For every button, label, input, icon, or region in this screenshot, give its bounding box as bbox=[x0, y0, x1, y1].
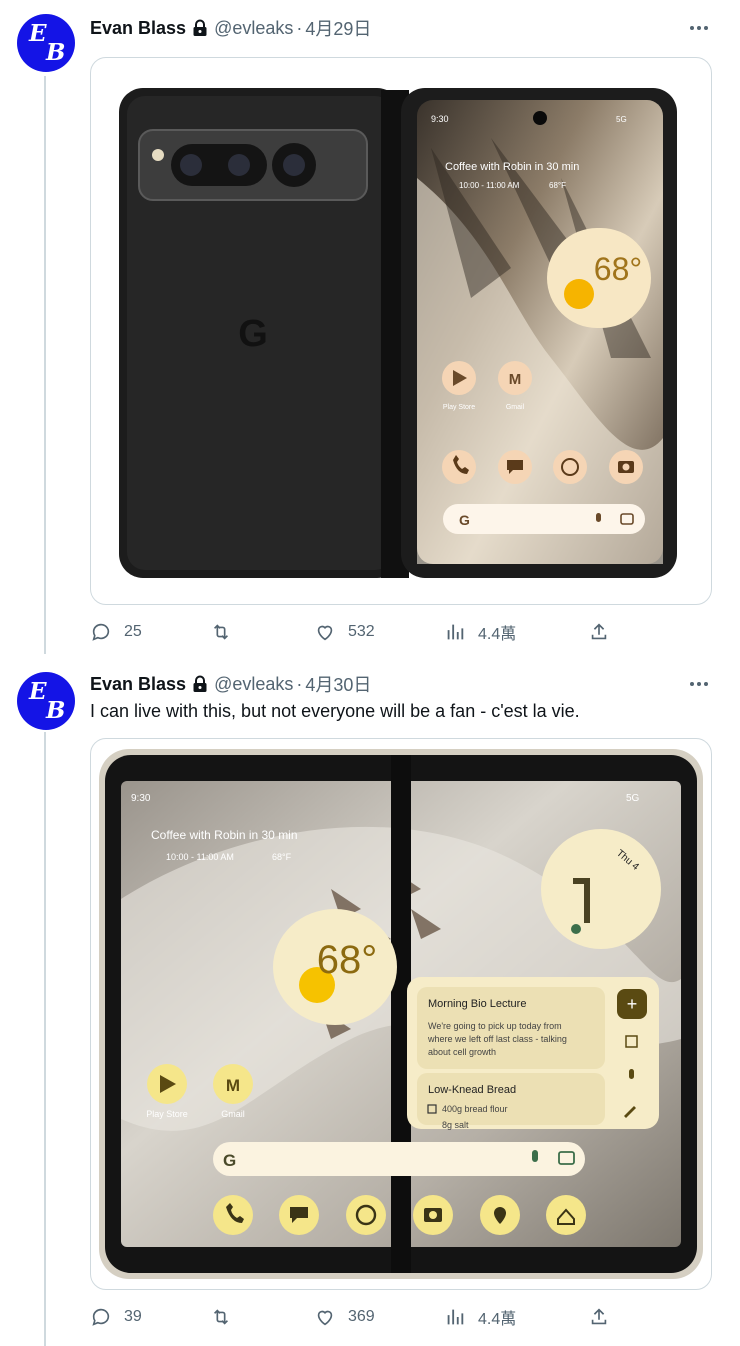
separator-dot: · bbox=[296, 17, 303, 38]
note-title: Low-Knead Bread bbox=[428, 1084, 516, 1096]
event-temp: 68°F bbox=[272, 852, 292, 862]
avatar-letter: B bbox=[46, 39, 66, 66]
more-options-button[interactable] bbox=[686, 672, 712, 696]
lock-icon bbox=[193, 675, 207, 692]
tweet-header: Evan Blass @evleaks · 4月30日 bbox=[90, 672, 371, 696]
view-count: 4.4萬 bbox=[478, 626, 517, 643]
avatar-letter: B bbox=[46, 697, 66, 724]
svg-text:M: M bbox=[226, 1076, 240, 1095]
thread-line bbox=[44, 732, 46, 1346]
reply-count: 39 bbox=[124, 1308, 142, 1325]
tweet-text: I can live with this, but not everyone w… bbox=[90, 701, 580, 721]
heart-icon bbox=[317, 1310, 333, 1326]
status-network: 5G bbox=[626, 793, 640, 804]
app-label: Play Store bbox=[443, 404, 475, 411]
event-glance: Coffee with Robin in 30 min bbox=[445, 161, 579, 173]
avatar-letter: E bbox=[29, 20, 47, 47]
app-label: Gmail bbox=[506, 404, 525, 411]
pixel-fold-unfolded-image: 9:30 5G Coffee with Robin in 30 min 10:0… bbox=[99, 749, 703, 1279]
event-temp: 68°F bbox=[549, 181, 566, 190]
tweet-actions: 25 532 4.4萬 bbox=[90, 619, 630, 645]
views-button[interactable]: 4.4萬 bbox=[444, 1304, 516, 1330]
share-button[interactable] bbox=[588, 1304, 610, 1330]
retweet-button[interactable] bbox=[210, 619, 244, 645]
event-time: 10:00 - 11:00 AM bbox=[459, 181, 520, 190]
search-logo: G bbox=[459, 512, 470, 528]
reply-icon bbox=[92, 623, 110, 641]
retweet-icon bbox=[213, 1309, 229, 1325]
like-button[interactable]: 369 bbox=[314, 1304, 375, 1330]
status-time: 9:30 bbox=[431, 114, 449, 124]
pixel-fold-open-image: G 9:30 5G Coffee with Robin in 30 min 10… bbox=[119, 88, 677, 578]
event-glance: Coffee with Robin in 30 min bbox=[151, 828, 298, 842]
like-button[interactable]: 532 bbox=[314, 619, 375, 645]
note-body-line: We're going to pick up today from bbox=[428, 1021, 562, 1031]
svg-text:+: + bbox=[627, 994, 638, 1014]
note-item: 8g salt bbox=[442, 1120, 469, 1130]
views-chart-icon bbox=[447, 1309, 464, 1325]
note-item: 400g bread flour bbox=[442, 1104, 508, 1114]
svg-text:M: M bbox=[509, 371, 522, 388]
tweet-actions: 39 369 4.4萬 bbox=[90, 1304, 630, 1330]
view-count: 4.4萬 bbox=[478, 1311, 517, 1328]
avatar-letter: E bbox=[29, 678, 47, 705]
tweet-date[interactable]: 4月30日 bbox=[305, 671, 371, 697]
more-icon bbox=[690, 26, 694, 30]
weather-temp: 68° bbox=[317, 938, 378, 982]
retweet-icon bbox=[213, 624, 229, 640]
heart-icon bbox=[317, 625, 333, 641]
clock-widget bbox=[541, 829, 661, 949]
separator-dot: · bbox=[296, 673, 303, 694]
reply-count: 25 bbox=[124, 623, 142, 640]
share-icon bbox=[591, 1308, 607, 1325]
author-name[interactable]: Evan Blass bbox=[90, 18, 186, 39]
tweet-date[interactable]: 4月29日 bbox=[305, 15, 371, 41]
tweet-image[interactable]: G 9:30 5G Coffee with Robin in 30 min 10… bbox=[90, 57, 712, 605]
note-title: Morning Bio Lecture bbox=[428, 998, 526, 1010]
avatar[interactable]: E B bbox=[17, 672, 75, 730]
more-options-button[interactable] bbox=[686, 16, 712, 40]
status-network: 5G bbox=[616, 115, 627, 124]
retweet-button[interactable] bbox=[210, 1304, 244, 1330]
note-body-line: about cell growth bbox=[428, 1047, 496, 1057]
share-button[interactable] bbox=[588, 619, 610, 645]
more-icon bbox=[690, 682, 694, 686]
google-logo: G bbox=[238, 313, 268, 355]
search-bar bbox=[443, 504, 645, 534]
share-icon bbox=[591, 623, 607, 640]
reply-button[interactable]: 39 bbox=[90, 1304, 142, 1330]
author-name[interactable]: Evan Blass bbox=[90, 674, 186, 695]
author-handle[interactable]: @evleaks bbox=[214, 674, 293, 695]
like-count: 532 bbox=[348, 623, 375, 640]
weather-temp: 68° bbox=[594, 251, 642, 287]
search-bar bbox=[213, 1142, 585, 1176]
avatar[interactable]: E B bbox=[17, 14, 75, 72]
lock-icon bbox=[193, 19, 207, 36]
tweet-image[interactable]: 9:30 5G Coffee with Robin in 30 min 10:0… bbox=[90, 738, 712, 1290]
status-time: 9:30 bbox=[131, 793, 151, 804]
views-chart-icon bbox=[447, 624, 464, 640]
note-body-line: where we left off last class - talking bbox=[427, 1034, 567, 1044]
thread-line bbox=[44, 76, 46, 654]
search-logo: G bbox=[223, 1151, 236, 1170]
app-label: Play Store bbox=[146, 1109, 188, 1119]
event-time: 10:00 - 11:00 AM bbox=[166, 852, 234, 862]
app-label: Gmail bbox=[221, 1109, 245, 1119]
reply-button[interactable]: 25 bbox=[90, 619, 142, 645]
tweet-header: Evan Blass @evleaks · 4月29日 bbox=[90, 16, 371, 40]
reply-icon bbox=[92, 1308, 110, 1326]
author-handle[interactable]: @evleaks bbox=[214, 18, 293, 39]
like-count: 369 bbox=[348, 1308, 375, 1325]
views-button[interactable]: 4.4萬 bbox=[444, 619, 516, 645]
